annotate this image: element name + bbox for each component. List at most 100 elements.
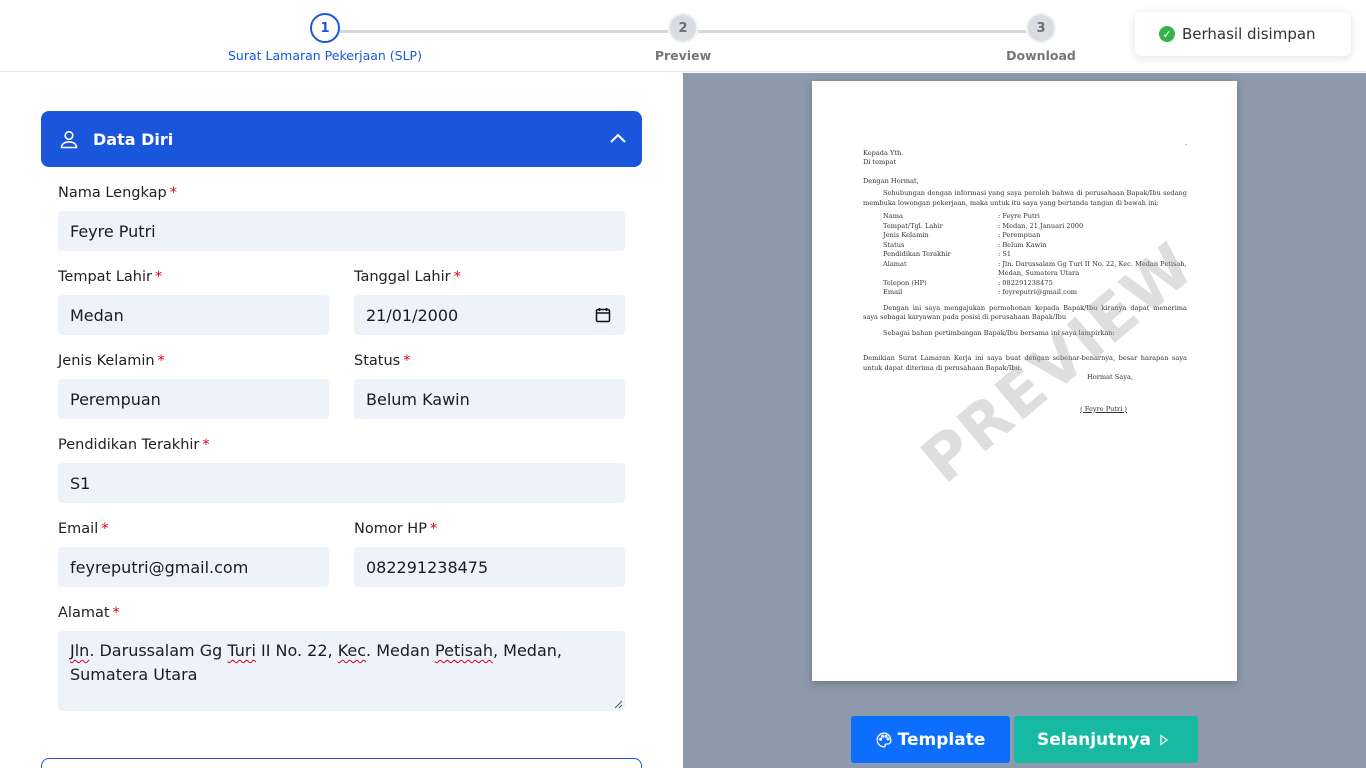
preview-panel: . Kepada Yth. Di tempat Dengan Hormat, S… <box>683 73 1366 768</box>
label-tanggal-lahir: Tanggal Lahir * <box>354 269 461 285</box>
letter-dot: . <box>1184 139 1187 147</box>
step-number: 3 <box>1026 13 1056 43</box>
row-key: Tempat/Tgl. Lahir <box>883 221 943 230</box>
step-label: Download <box>1006 48 1076 63</box>
step-number: 1 <box>310 13 340 43</box>
row-value: : 082291238475 <box>998 278 1053 287</box>
text-fragment: . Darussalam Gg <box>89 641 228 660</box>
template-button[interactable]: Template <box>851 716 1010 763</box>
step-3[interactable]: 3 Download <box>941 13 1141 63</box>
label-tempat-lahir: Tempat Lahir * <box>58 269 162 285</box>
letter-row: Nama : Feyre Putri <box>863 212 1187 222</box>
misspelled-word: Kec <box>337 641 367 660</box>
text-fragment: Sumatera Utara <box>70 665 198 684</box>
letter-greeting: Dengan Hormat, <box>863 176 919 185</box>
row-key: Jenis Kelamin <box>883 231 929 239</box>
row-value: : Feyre Putri <box>998 212 1040 220</box>
row-value: : Medan, 21 Januari 2000 <box>998 221 1084 230</box>
section-title: Data Diri <box>93 129 174 149</box>
required-mark: * <box>154 269 163 285</box>
label-text: Tanggal Lahir <box>354 269 451 285</box>
required-mark: * <box>169 185 177 201</box>
toast-message: Berhasil disimpan <box>1182 25 1316 43</box>
letter-row: Jenis Kelamin : Perempuan <box>863 231 1187 241</box>
alamat-text: Jln. Darussalam Gg Turi II No. 22, Kec. … <box>70 639 562 687</box>
label-email: Email * <box>58 521 108 537</box>
letter-place: Di tempat <box>863 158 897 166</box>
alamat-textarea[interactable]: Jln. Darussalam Gg Turi II No. 22, Kec. … <box>58 631 625 711</box>
chevron-up-icon[interactable] <box>608 129 628 149</box>
label-text: Alamat <box>58 605 110 621</box>
letter-para2: Sebagai bahan pertimbangan Bapak/Ibu ber… <box>883 328 1115 337</box>
next-button[interactable]: Selanjutnya <box>1014 716 1198 763</box>
row-value: : Perempuan <box>998 231 1041 239</box>
label-text: Jenis Kelamin <box>58 353 155 369</box>
nama-input[interactable]: Feyre Putri <box>58 211 625 251</box>
check-circle-icon: ✓ <box>1159 26 1175 42</box>
letter-row: Telepon (HP) : 082291238475 <box>863 279 1187 289</box>
letter-signature: ( Feyre Putri ) <box>1080 404 1127 413</box>
row-value: : S1 <box>998 250 1012 258</box>
misspelled-word: Jln <box>70 641 90 660</box>
calendar-icon[interactable] <box>595 307 611 323</box>
misspelled-word: Petisah <box>435 641 493 660</box>
label-pendidikan: Pendidikan Terakhir * <box>58 437 210 453</box>
letter-closing: Demikian Surat Lamaran Kerja ini saya bu… <box>863 354 1187 372</box>
template-label: Template <box>897 729 986 750</box>
date-value: 21/01/2000 <box>366 305 459 325</box>
letter-regards: Hormat Saya, <box>1086 373 1133 381</box>
letter-row: Pendidikan Terakhir : S1 <box>863 250 1187 260</box>
required-mark: * <box>202 437 210 453</box>
required-mark: * <box>112 605 120 621</box>
step-number: 2 <box>668 13 698 43</box>
required-mark: * <box>101 521 109 537</box>
next-section-header[interactable] <box>41 758 642 768</box>
label-text: Nomor HP <box>354 521 427 537</box>
status-select[interactable]: Belum Kawin <box>354 379 625 419</box>
success-toast: ✓ Berhasil disimpan <box>1135 12 1351 56</box>
row-value: : Jln. Darussalam Gg Turi II No. 22, Kec… <box>998 259 1187 278</box>
label-text: Status <box>354 353 401 369</box>
label-alamat: Alamat * <box>58 605 120 621</box>
user-icon <box>60 130 78 149</box>
required-mark: * <box>453 269 461 285</box>
step-2[interactable]: 2 Preview <box>583 13 783 63</box>
nomor-hp-input[interactable]: 082291238475 <box>354 547 625 587</box>
stepper-bar: 1 Surat Lamaran Pekerjaan (SLP) 2 Previe… <box>0 0 1366 72</box>
tempat-lahir-input[interactable]: Medan <box>58 295 329 335</box>
email-input[interactable]: feyreputri@gmail.com <box>58 547 329 587</box>
row-key: Status <box>883 240 905 249</box>
label-text: Tempat Lahir <box>58 269 152 285</box>
row-key: Telepon (HP) <box>883 278 927 287</box>
label-jenis-kelamin: Jenis Kelamin * <box>58 353 165 369</box>
letter-row: Email: feyreputri@gmail.com <box>863 288 1187 298</box>
tanggal-lahir-input[interactable]: 21/01/2000 <box>354 295 625 335</box>
row-key: Alamat <box>883 259 907 268</box>
row-key: Pendidikan Terakhir <box>883 250 951 258</box>
step-1[interactable]: 1 Surat Lamaran Pekerjaan (SLP) <box>225 13 425 63</box>
label-nomor-hp: Nomor HP * <box>354 521 437 537</box>
required-mark: * <box>403 353 411 369</box>
label-text: Email <box>58 521 99 537</box>
section-header-data-diri[interactable]: Data Diri <box>41 111 642 167</box>
text-fragment: II No. 22, <box>255 641 338 660</box>
step-label: Surat Lamaran Pekerjaan (SLP) <box>228 48 422 63</box>
label-status: Status * <box>354 353 410 369</box>
resize-handle-icon[interactable] <box>614 700 623 709</box>
letter-row: Alamat : Jln. Darussalam Gg Turi II No. 2… <box>863 260 1187 279</box>
letter-row: Tempat/Tgl. Lahir : Medan, 21 Januari 200… <box>863 222 1187 232</box>
row-key: Nama <box>883 212 903 220</box>
letter-to: Kepada Yth. <box>863 148 904 157</box>
required-mark: * <box>429 521 438 537</box>
letter-para1: Dengan ini saya mengajukan permohonan ke… <box>863 303 1187 322</box>
misspelled-word: Turi <box>227 641 256 660</box>
required-mark: * <box>157 353 165 369</box>
letter-preview: . Kepada Yth. Di tempat Dengan Hormat, S… <box>812 81 1237 681</box>
form-panel: Data Diri Nama Lengkap * Feyre Putri Temp… <box>0 73 683 768</box>
pendidikan-input[interactable]: S1 <box>58 463 625 503</box>
row-key: Email <box>883 288 903 296</box>
label-text: Pendidikan Terakhir <box>58 437 200 453</box>
text-fragment: , Medan, <box>492 641 562 660</box>
jenis-kelamin-select[interactable]: Perempuan <box>58 379 329 419</box>
step-label: Preview <box>654 48 712 63</box>
